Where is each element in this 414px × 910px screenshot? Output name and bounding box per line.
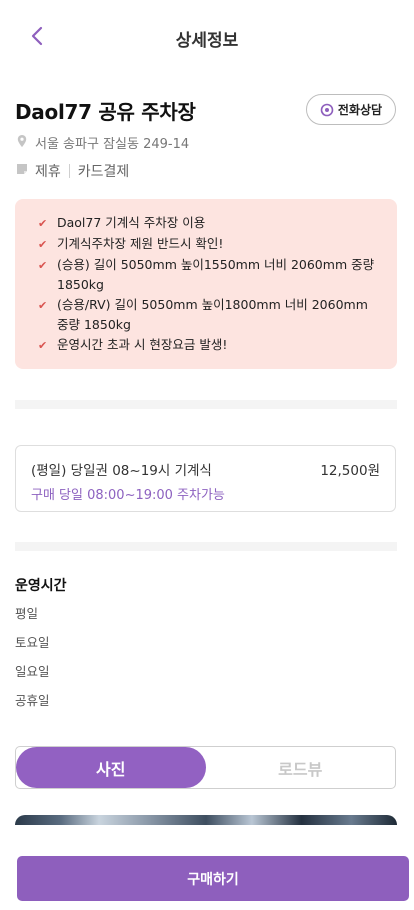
notice-item: ✔ Daol77 기계식 주차장 이용 [37,213,379,234]
tab-photo[interactable]: 사진 [16,747,206,788]
operating-hours-list: 평일 토요일 일요일 공휴일 [15,604,50,720]
hours-day-holiday: 공휴일 [15,693,50,708]
parking-photo[interactable] [15,815,397,825]
ticket-price: 12,500원 [320,463,380,479]
check-icon: ✔ [38,299,48,312]
purchase-button[interactable]: 구매하기 [17,856,409,901]
headset-icon [320,103,334,117]
hours-day-sunday: 일요일 [15,664,50,679]
media-tab-switch: 사진 로드뷰 [15,746,396,789]
ticket-name: (평일) 당일권 08~19시 기계식 [31,463,212,479]
app-header: 상세정보 [0,0,414,72]
check-icon: ✔ [38,238,48,251]
page-title: 상세정보 [175,31,239,51]
tag-partner: 제휴 [35,164,61,180]
tag-row: 제휴 카드결제 [15,161,129,181]
ticket-option[interactable]: (평일) 당일권 08~19시 기계식 12,500원 구매 당일 08:00~… [15,445,396,512]
notice-box: ✔ Daol77 기계식 주차장 이용 ✔ 기계식주차장 제원 반드시 확인! ✔(… [15,199,397,369]
tab-roadview[interactable]: 로드뷰 [206,747,396,788]
notice-item: ✔ (승용) 길이 5050mm 높이1550mm 너비 2060mm 중량 18… [38,257,375,292]
hours-day-saturday: 토요일 [15,635,50,650]
phone-consult-label: 전화상담 [337,103,383,117]
parking-lot-name: Daol77 공유 주차장 [15,100,196,124]
location-pin-icon [15,134,29,152]
notice-item: ✔ (승용/RV) 길이 5050mm 높이1800mm 너비 2060mm 중량… [38,297,368,332]
section-divider [15,400,397,409]
notice-item: ✔ 기계식주차장 제원 반드시 확인! [37,234,379,255]
check-icon: ✔ [38,339,48,352]
card-tag-icon [15,162,29,180]
tag-card-payment: 카드결제 [77,164,130,180]
address-text: 서울 송파구 잠실동 249-14 [35,137,190,152]
address-row: 서울 송파구 잠실동 249-14 [15,133,189,152]
check-icon: ✔ [38,259,48,272]
check-icon: ✔ [38,217,48,230]
tag-divider [68,164,70,178]
ticket-condition: 구매 당일 08:00~19:00 주차가능 [31,488,225,503]
section-divider [15,542,397,551]
phone-consult-button[interactable]: 전화상담 [306,94,396,125]
notice-item: ✔ 운영시간 초과 시 현장요금 발생! [37,335,379,356]
hours-day-weekday: 평일 [15,606,39,621]
operating-hours-title: 운영시간 [15,578,67,594]
